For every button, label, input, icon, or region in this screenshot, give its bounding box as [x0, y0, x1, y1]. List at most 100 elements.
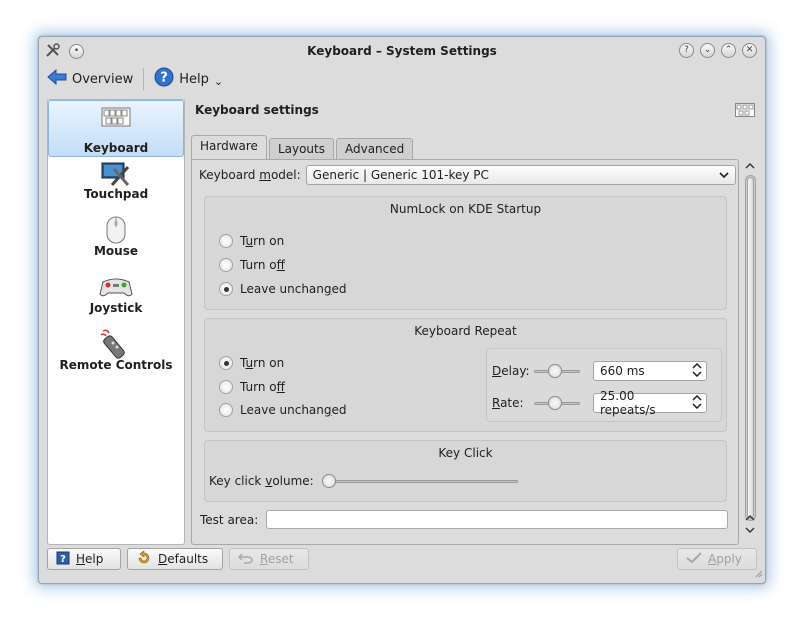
tab-bar: Hardware Layouts Advanced [191, 135, 414, 160]
slider-track [321, 480, 518, 483]
rate-row: Rate: 25.00 repeats/s [492, 389, 707, 417]
remote-control-icon [48, 329, 184, 359]
up-down-arrows-icon[interactable] [692, 394, 702, 412]
radio-indicator [219, 282, 233, 296]
tab-advanced[interactable]: Advanced [335, 138, 414, 160]
back-arrow-icon [47, 68, 67, 89]
sidebar-item-label: Remote Controls [59, 358, 173, 372]
numlock-turn-on-radio[interactable]: Turn on [219, 234, 284, 248]
tab-layouts[interactable]: Layouts [268, 138, 334, 160]
reset-button[interactable]: Reset [229, 548, 309, 570]
tab-hardware[interactable]: Hardware [191, 135, 267, 160]
system-settings-window: • Keyboard – System Settings ? ⌄ ⌃ ✕ Ove… [38, 36, 766, 584]
numlock-turn-off-radio[interactable]: Turn off [219, 258, 285, 272]
close-button[interactable]: ✕ [742, 43, 757, 58]
hardware-panel: Keyboard model: Generic | Generic 101-ke… [191, 159, 739, 545]
sidebar-item-remote-controls[interactable]: Remote Controls [48, 328, 184, 385]
keyboard-icon [49, 103, 183, 131]
delay-row: Delay: 660 ms [492, 361, 707, 381]
toolbar: Overview ? Help ⌄ [47, 67, 223, 91]
checkmark-icon [686, 551, 702, 567]
overview-button[interactable]: Overview [47, 68, 134, 89]
defaults-icon [136, 549, 152, 568]
numlock-group-title: NumLock on KDE Startup [389, 202, 542, 216]
help-button-label: Help [76, 552, 104, 566]
rate-spinbox[interactable]: 25.00 repeats/s [593, 389, 707, 417]
help-button[interactable]: ? Help [47, 548, 121, 570]
keyboard-model-row: Keyboard model: Generic | Generic 101-ke… [199, 165, 736, 185]
sidebar-item-joystick[interactable]: Joystick [48, 271, 184, 328]
apply-button-label: Apply [708, 552, 742, 566]
radio-indicator [219, 234, 233, 248]
vertical-scrollbar[interactable] [743, 159, 757, 539]
rate-slider[interactable] [534, 396, 580, 410]
maximize-button[interactable]: ⌃ [721, 43, 736, 58]
category-sidebar: Keyboard Touchpad Mouse Joystick Remote … [47, 99, 185, 545]
title-bar[interactable]: • Keyboard – System Settings ? ⌄ ⌃ ✕ [39, 37, 765, 65]
undo-icon [238, 552, 254, 567]
radio-checked-dot [223, 286, 229, 292]
radio-label: Leave unchanged [240, 282, 347, 296]
repeat-leave-unchanged-radio[interactable]: Leave unchanged [219, 403, 347, 417]
joystick-icon [48, 273, 184, 301]
help-book-icon: ? [56, 551, 70, 568]
radio-label: Turn on [240, 356, 285, 370]
svg-text:?: ? [160, 71, 168, 86]
help-label: Help [179, 71, 209, 87]
keyboard-model-label: Keyboard model: [199, 168, 301, 182]
keyboard-model-value: Generic | Generic 101-key PC [312, 168, 489, 182]
dropdown-arrow-icon: ⌄ [213, 74, 224, 88]
button-bar: ? Help Defaults Reset Apply [47, 548, 759, 570]
scrollbar-track[interactable] [745, 175, 756, 521]
scrollbar-thumb[interactable] [747, 177, 754, 519]
sidebar-item-touchpad[interactable]: Touchpad [48, 157, 184, 214]
overview-label: Overview [72, 71, 134, 87]
scroll-up-icon[interactable] [745, 159, 755, 173]
resize-grip-icon[interactable] [755, 567, 763, 581]
help-menu-button[interactable]: ? Help ⌄ [154, 67, 223, 91]
repeat-turn-off-radio[interactable]: Turn off [219, 380, 285, 394]
slider-handle[interactable] [548, 364, 563, 378]
rate-value: 25.00 repeats/s [600, 389, 656, 417]
keyboard-small-icon [735, 103, 755, 120]
delay-spinbox[interactable]: 660 ms [593, 361, 707, 381]
keyboard-repeat-group: Keyboard Repeat Turn on Turn off Leave u… [204, 318, 727, 432]
minimize-button[interactable]: ⌄ [700, 43, 715, 58]
radio-checked-dot [223, 360, 229, 366]
page-title: Keyboard settings [195, 103, 319, 117]
test-area-input[interactable] [266, 510, 729, 529]
scroll-down-icon[interactable] [745, 523, 755, 537]
delay-value: 660 ms [600, 364, 645, 378]
delay-slider[interactable] [534, 364, 580, 378]
reset-button-label: Reset [260, 552, 294, 566]
radio-indicator [219, 380, 233, 394]
mouse-icon [48, 216, 184, 244]
defaults-button[interactable]: Defaults [127, 548, 223, 570]
repeat-turn-on-radio[interactable]: Turn on [219, 356, 284, 370]
keyboard-model-select[interactable]: Generic | Generic 101-key PC [305, 165, 736, 185]
radio-indicator [219, 258, 233, 272]
touchpad-icon [48, 159, 184, 187]
slider-handle[interactable] [321, 474, 336, 488]
window-title: Keyboard – System Settings [307, 44, 497, 58]
radio-label: Turn off [240, 380, 285, 394]
sidebar-item-keyboard[interactable]: Keyboard [48, 100, 184, 157]
sidebar-item-label: Mouse [93, 244, 138, 258]
up-down-arrows-icon[interactable] [692, 362, 702, 380]
context-help-button[interactable]: ? [679, 43, 694, 58]
delay-label: Delay: [492, 364, 530, 378]
apply-button[interactable]: Apply [677, 548, 757, 570]
numlock-leave-unchanged-radio[interactable]: Leave unchanged [219, 282, 347, 296]
help-icon: ? [154, 67, 174, 91]
test-area-label: Test area: [200, 512, 259, 527]
radio-indicator [219, 356, 233, 370]
repeat-group-title: Keyboard Repeat [414, 324, 517, 338]
radio-label: Turn on [240, 234, 285, 248]
slider-handle[interactable] [548, 396, 563, 410]
key-click-volume-label: Key click volume: [209, 474, 314, 488]
sidebar-item-mouse[interactable]: Mouse [48, 214, 184, 271]
key-click-volume-slider[interactable] [321, 474, 518, 488]
toolbar-separator [143, 68, 145, 90]
defaults-button-label: Defaults [158, 552, 209, 566]
key-click-volume-row: Key click volume: [209, 474, 518, 488]
